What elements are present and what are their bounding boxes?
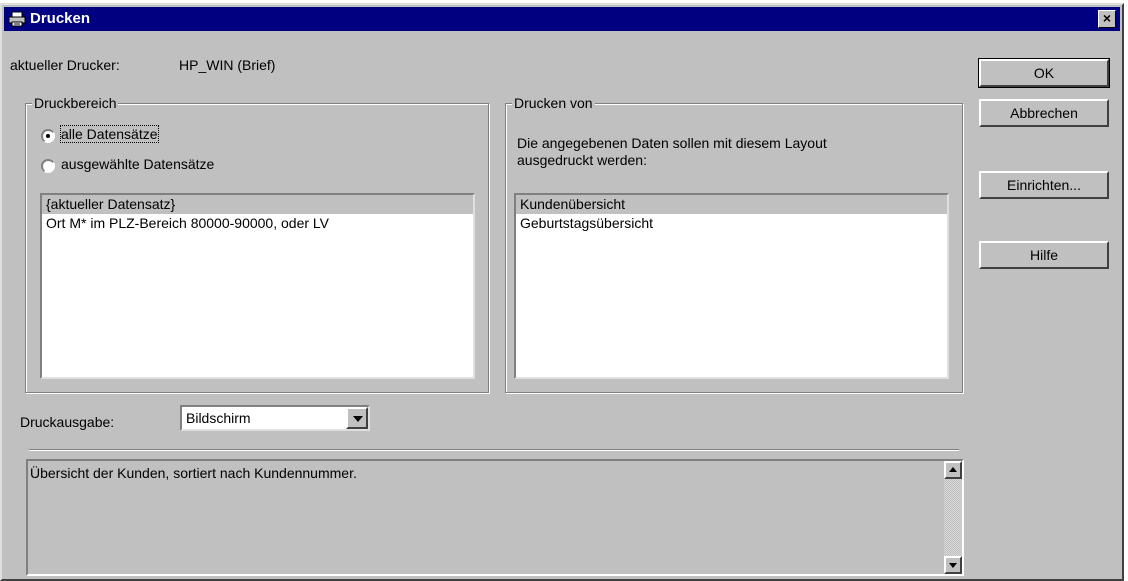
list-item[interactable]: Kundenübersicht (516, 195, 947, 214)
output-select[interactable]: Bildschirm (180, 405, 370, 431)
radio-selected-label[interactable]: ausgewählte Datensätze (61, 156, 214, 172)
ok-button[interactable]: OK (978, 58, 1110, 88)
printer-value: HP_WIN (Brief) (179, 57, 276, 73)
scroll-up-button[interactable] (944, 461, 962, 479)
print-range-legend: Druckbereich (32, 95, 119, 111)
radio-selected-dot (46, 134, 50, 138)
layout-description-box[interactable]: Übersicht der Kunden, sortiert nach Kund… (26, 459, 964, 576)
list-item[interactable]: Ort M* im PLZ-Bereich 80000-90000, oder … (42, 214, 473, 233)
setup-button[interactable]: Einrichten... (979, 171, 1109, 199)
cancel-button[interactable]: Abbrechen (979, 99, 1109, 127)
list-item[interactable]: {aktueller Datensatz} (42, 195, 473, 214)
radio-all-records[interactable] (41, 129, 55, 143)
layout-list[interactable]: Kundenübersicht Geburtstagsübersicht (514, 193, 949, 379)
close-icon: × (1102, 10, 1112, 26)
print-from-description: Die angegebenen Daten sollen mit diesem … (517, 135, 827, 151)
output-label: Druckausgabe: (20, 414, 115, 430)
print-from-description-line2: ausgedruckt werden: (517, 152, 647, 168)
arrow-down-icon (949, 563, 957, 568)
print-from-legend: Drucken von (512, 95, 595, 111)
help-button[interactable]: Hilfe (979, 241, 1109, 269)
radio-selected-records[interactable] (41, 159, 55, 173)
printer-icon (8, 11, 26, 27)
title-bar[interactable]: Drucken × (4, 7, 1120, 31)
printer-label: aktueller Drucker: (10, 57, 120, 73)
layout-description-text: Übersicht der Kunden, sortiert nach Kund… (30, 465, 357, 481)
print-dialog: Drucken × aktueller Drucker: HP_WIN (Bri… (0, 3, 1124, 581)
radio-all-label[interactable]: alle Datensätze (60, 125, 159, 143)
dropdown-button[interactable] (346, 407, 368, 429)
list-item[interactable]: Geburtstagsübersicht (516, 214, 947, 233)
close-button[interactable]: × (1098, 10, 1116, 28)
chevron-down-icon (353, 416, 363, 422)
scroll-down-button[interactable] (944, 556, 962, 574)
record-filter-list[interactable]: {aktueller Datensatz} Ort M* im PLZ-Bere… (40, 193, 475, 379)
output-select-value: Bildschirm (186, 410, 251, 426)
separator (29, 449, 959, 451)
arrow-up-icon (949, 467, 957, 472)
window-title: Drucken (30, 10, 91, 27)
vertical-scrollbar[interactable] (944, 461, 962, 574)
